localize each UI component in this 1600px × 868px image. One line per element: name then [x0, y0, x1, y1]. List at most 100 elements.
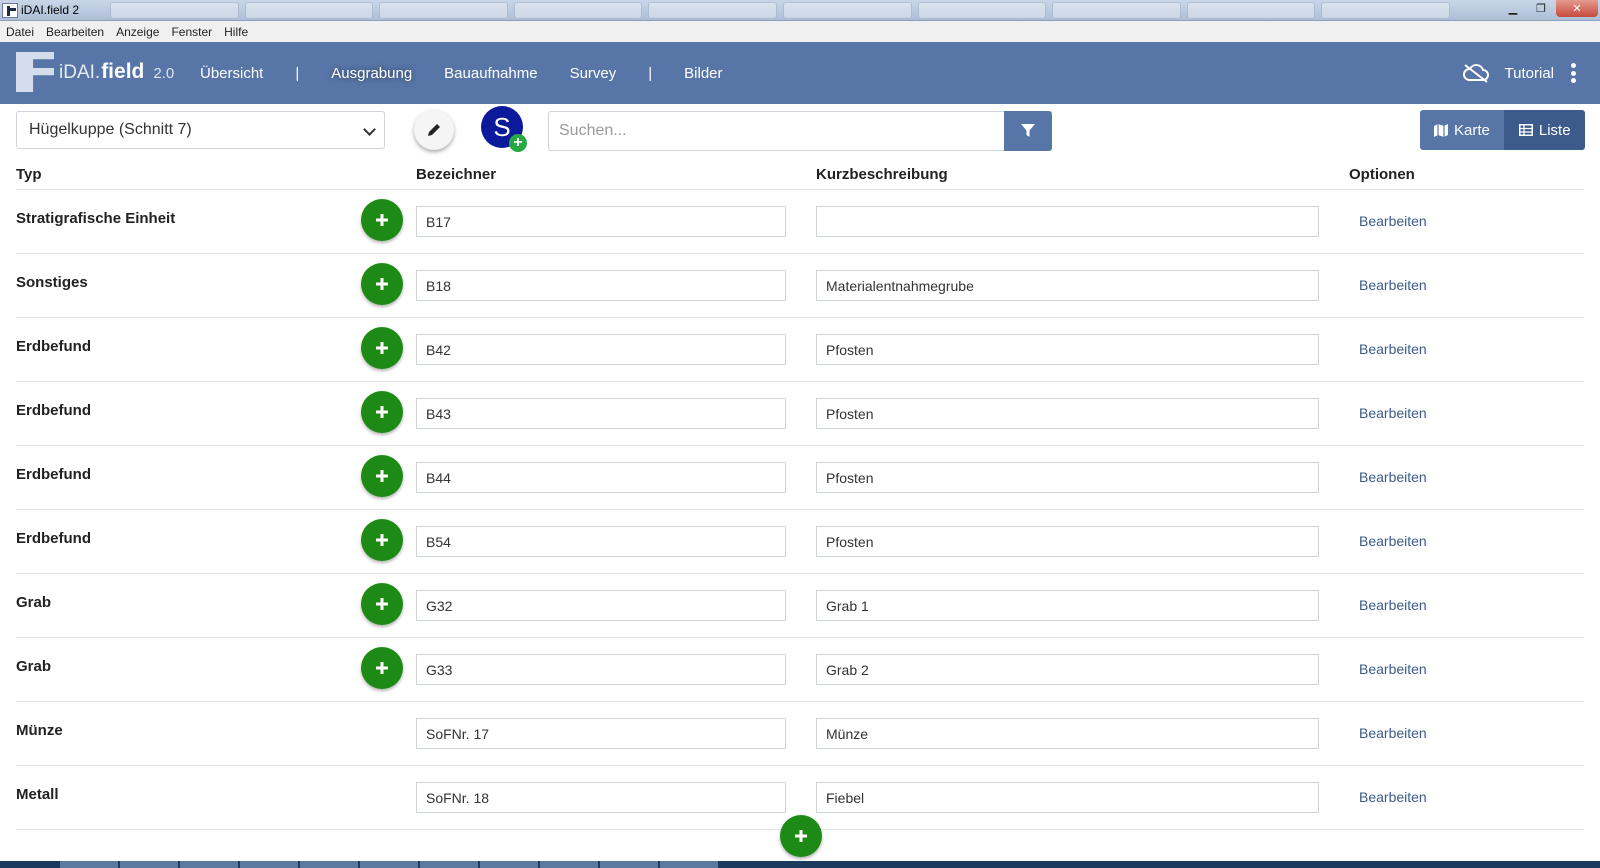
row-type: Grab [16, 594, 52, 611]
row-type: Grab [16, 658, 52, 675]
table-header: Typ Bezeichner Kurzbeschreibung Optionen [16, 156, 1584, 190]
edit-operation-button[interactable] [414, 110, 454, 150]
identifier-field[interactable]: B43 [416, 398, 786, 429]
row-type: Stratigrafische Einheit [16, 210, 176, 227]
plus-icon [376, 662, 388, 674]
brand[interactable]: iDAI. field 2.0 [16, 52, 174, 92]
add-child-button[interactable] [361, 519, 403, 561]
identifier-field[interactable]: B42 [416, 334, 786, 365]
short-description-field[interactable]: Pfosten [816, 334, 1319, 365]
row-type: Erdbefund [16, 338, 91, 355]
nav-separator: | [648, 64, 653, 82]
tutorial-link[interactable]: Tutorial [1505, 65, 1554, 82]
row-type: Erdbefund [16, 530, 91, 547]
identifier-field[interactable]: B44 [416, 462, 786, 493]
add-operation-button[interactable]: S + [481, 106, 527, 152]
nav-separator: | [295, 64, 300, 82]
operation-select[interactable]: Hügelkuppe (Schnitt 7) [16, 111, 385, 149]
add-child-button[interactable] [361, 455, 403, 497]
toolbar: Hügelkuppe (Schnitt 7) S + Karte Li [0, 104, 1600, 156]
add-child-button[interactable] [361, 391, 403, 433]
identifier-field[interactable]: G32 [416, 590, 786, 621]
map-icon [1434, 123, 1448, 137]
plus-icon: + [509, 134, 527, 152]
row-type: Münze [16, 722, 63, 739]
identifier-field[interactable]: B54 [416, 526, 786, 557]
row-type: Sonstiges [16, 274, 88, 291]
add-child-button[interactable] [361, 263, 403, 305]
nav-ausgrabung[interactable]: Ausgrabung [331, 65, 412, 82]
identifier-field[interactable]: B17 [416, 206, 786, 237]
nav-uebersicht[interactable]: Übersicht [200, 65, 263, 82]
short-description-field[interactable]: Pfosten [816, 526, 1319, 557]
menu-anzeige[interactable]: Anzeige [116, 25, 159, 39]
identifier-field[interactable]: B18 [416, 270, 786, 301]
identifier-field[interactable]: G33 [416, 654, 786, 685]
edit-link[interactable]: Bearbeiten [1359, 341, 1427, 357]
kebab-menu-icon[interactable] [1570, 63, 1576, 83]
short-description-field[interactable]: Materialentnahmegrube [816, 270, 1319, 301]
menu-datei[interactable]: Datei [6, 25, 34, 39]
menu-bar: Datei Bearbeiten Anzeige Fenster Hilfe [0, 21, 1600, 42]
table-row: Erdbefund B54 Pfosten Bearbeiten [16, 510, 1584, 574]
version-label: 2.0 [153, 65, 175, 82]
brand-text: iDAI. field 2.0 [59, 60, 175, 83]
edit-link[interactable]: Bearbeiten [1359, 789, 1427, 805]
edit-link[interactable]: Bearbeiten [1359, 597, 1427, 613]
plus-icon [376, 598, 388, 610]
table-row: Münze SoFNr. 17 Münze Bearbeiten [16, 702, 1584, 766]
add-resource-button[interactable] [780, 815, 822, 857]
nav-items: Übersicht | Ausgrabung Bauaufnahme Surve… [200, 42, 755, 104]
edit-link[interactable]: Bearbeiten [1359, 469, 1427, 485]
table-row: Grab G32 Grab 1 Bearbeiten [16, 574, 1584, 638]
filter-button[interactable] [1004, 111, 1052, 151]
close-icon[interactable]: ✕ [1556, 0, 1598, 17]
short-description-field[interactable] [816, 206, 1319, 237]
cloud-off-icon[interactable] [1462, 63, 1490, 83]
short-description-field[interactable]: Pfosten [816, 462, 1319, 493]
nav-right: Tutorial [1462, 42, 1576, 104]
resource-list: Stratigrafische Einheit B17 Bearbeiten S… [16, 190, 1584, 830]
identifier-field[interactable]: SoFNr. 17 [416, 718, 786, 749]
menu-fenster[interactable]: Fenster [171, 25, 212, 39]
short-description-field[interactable]: Pfosten [816, 398, 1319, 429]
header-bezeichner: Bezeichner [416, 166, 497, 183]
liste-button[interactable]: Liste [1504, 110, 1585, 150]
menu-bearbeiten[interactable]: Bearbeiten [46, 25, 104, 39]
edit-link[interactable]: Bearbeiten [1359, 661, 1427, 677]
karte-button[interactable]: Karte [1420, 110, 1505, 150]
header-typ: Typ [16, 166, 42, 183]
window-title-bar: iDAI.field 2 ▁ ❐ ✕ [0, 0, 1600, 21]
plus-icon [376, 534, 388, 546]
nav-bauaufnahme[interactable]: Bauaufnahme [444, 65, 537, 82]
chevron-down-icon [363, 123, 376, 136]
add-child-button[interactable] [361, 647, 403, 689]
add-child-button[interactable] [361, 583, 403, 625]
plus-icon [376, 342, 388, 354]
minimize-icon[interactable]: ▁ [1500, 0, 1526, 17]
short-description-field[interactable]: Münze [816, 718, 1319, 749]
search-input[interactable] [548, 111, 1004, 151]
edit-link[interactable]: Bearbeiten [1359, 405, 1427, 421]
add-child-button[interactable] [361, 327, 403, 369]
short-description-field[interactable]: Grab 2 [816, 654, 1319, 685]
short-description-field[interactable]: Grab 1 [816, 590, 1319, 621]
nav-bilder[interactable]: Bilder [684, 65, 722, 82]
top-navbar: iDAI. field 2.0 Übersicht | Ausgrabung Bau… [0, 42, 1600, 104]
identifier-field[interactable]: SoFNr. 18 [416, 782, 786, 813]
table-row: Sonstiges B18 Materialentnahmegrube Bear… [16, 254, 1584, 318]
menu-hilfe[interactable]: Hilfe [224, 25, 248, 39]
edit-link[interactable]: Bearbeiten [1359, 277, 1427, 293]
short-description-field[interactable]: Fiebel [816, 782, 1319, 813]
edit-link[interactable]: Bearbeiten [1359, 533, 1427, 549]
add-child-button[interactable] [361, 199, 403, 241]
edit-link[interactable]: Bearbeiten [1359, 725, 1427, 741]
nav-survey[interactable]: Survey [570, 65, 617, 82]
plus-icon [795, 830, 807, 842]
filter-icon [1021, 124, 1035, 137]
plus-icon [376, 406, 388, 418]
window-controls: ▁ ❐ ✕ [1500, 0, 1598, 17]
table-icon [1518, 124, 1533, 136]
edit-link[interactable]: Bearbeiten [1359, 213, 1427, 229]
restore-icon[interactable]: ❐ [1528, 0, 1554, 17]
